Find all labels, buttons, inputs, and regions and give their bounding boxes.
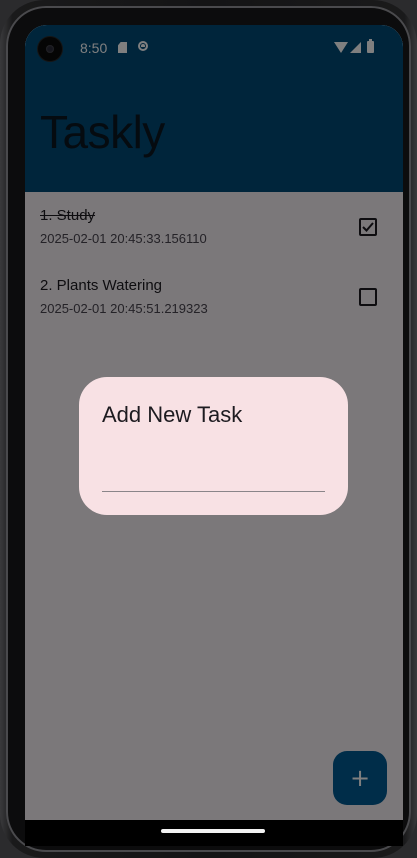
navigation-bar	[25, 820, 403, 846]
new-task-input[interactable]	[102, 455, 325, 492]
add-task-dialog: Add New Task	[79, 377, 348, 515]
phone-device: 8:50 Taskly 1. Study 2025-02-01 20:45:33…	[0, 0, 417, 858]
dialog-title: Add New Task	[102, 402, 243, 427]
home-gesture-handle[interactable]	[161, 829, 265, 833]
app-screen: 8:50 Taskly 1. Study 2025-02-01 20:45:33…	[25, 25, 403, 820]
